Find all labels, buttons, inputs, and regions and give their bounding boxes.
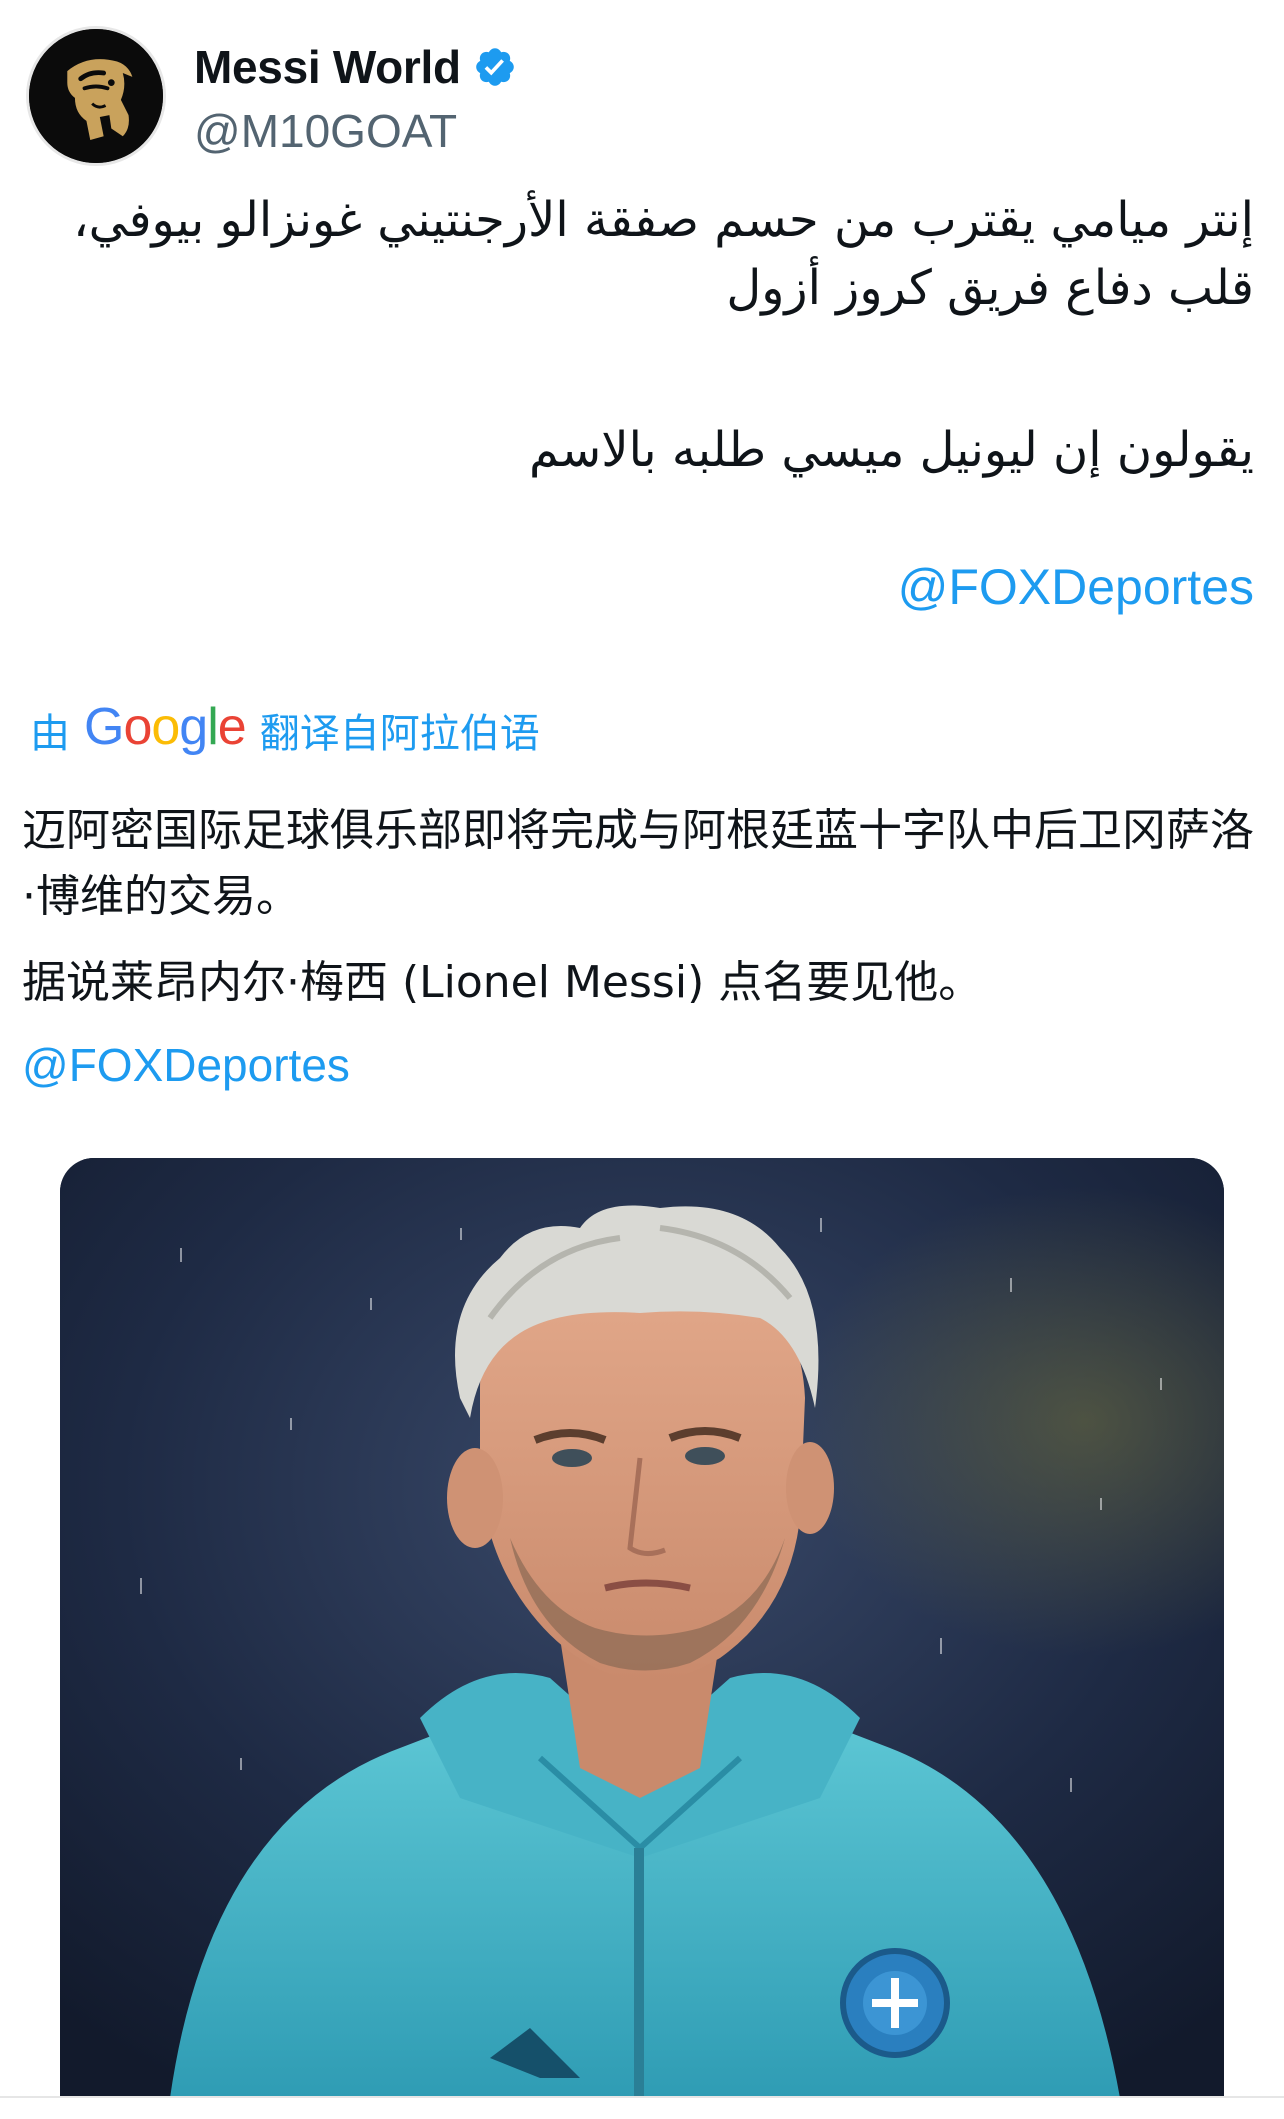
user-handle[interactable]: @M10GOAT	[194, 104, 457, 158]
google-letter: o	[151, 698, 180, 756]
translated-mention-link[interactable]: @FOXDeportes	[22, 1038, 350, 1092]
name-row: Messi World	[194, 40, 517, 94]
google-letter: l	[207, 698, 219, 756]
translation-prefix: 由	[30, 711, 70, 757]
tweet-media-photo[interactable]	[60, 1158, 1224, 2098]
tweet-text-paragraph-2: يقولون إن ليونيل ميسي طلبه بالاسم	[529, 422, 1254, 478]
google-letter: o	[123, 698, 152, 756]
google-letter: e	[217, 698, 247, 756]
translation-suffix: 翻译自阿拉伯语	[259, 711, 540, 757]
player-portrait-image	[60, 1158, 1224, 2098]
mention-link[interactable]: @FOXDeportes	[898, 558, 1254, 616]
tweet-text-paragraph-1: إنتر ميامي يقترب من حسم صفقة الأرجنتيني …	[73, 192, 1254, 316]
google-letter: G	[84, 698, 124, 756]
goat-logo-icon	[29, 29, 163, 163]
display-name[interactable]: Messi World	[194, 40, 461, 94]
translation-attribution[interactable]: 由 Google 翻译自阿拉伯语	[30, 697, 540, 760]
avatar[interactable]	[26, 26, 166, 166]
google-logo: Google	[84, 697, 247, 757]
google-letter: g	[179, 698, 208, 756]
tweet-header: Messi World @M10GOAT	[26, 26, 1256, 176]
translated-text-paragraph-1: 迈阿密国际足球俱乐部即将完成与阿根廷蓝十字队中后卫冈萨洛·博维的交易。	[22, 805, 1254, 922]
bottom-divider	[0, 2096, 1284, 2119]
verified-badge-icon	[473, 45, 517, 89]
translated-text-paragraph-2: 据说莱昂内尔·梅西 (Lionel Messi) 点名要见他。	[22, 957, 983, 1008]
